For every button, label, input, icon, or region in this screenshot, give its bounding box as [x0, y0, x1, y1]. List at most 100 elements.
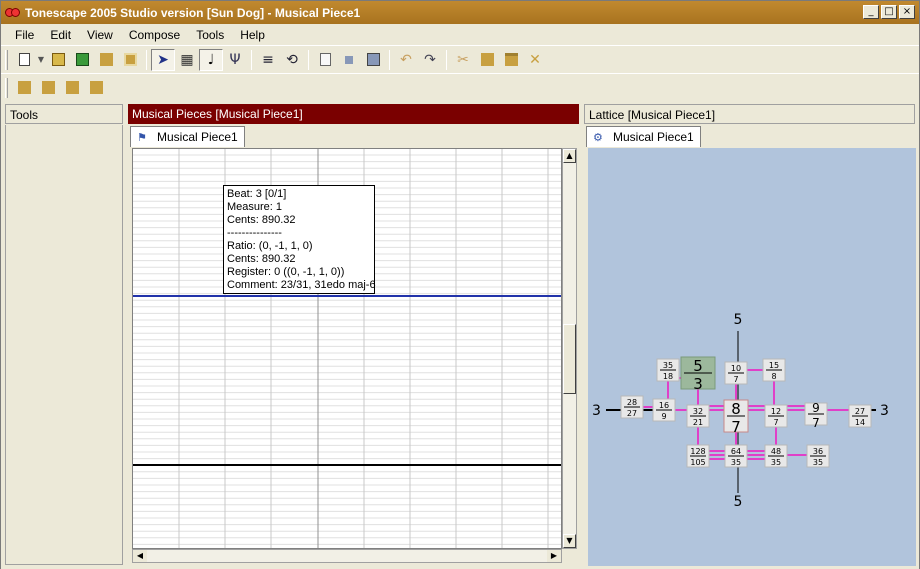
menu-tools[interactable]: Tools	[188, 28, 232, 42]
lattice-node[interactable]: 4835	[764, 444, 788, 468]
lattice-node[interactable]: 2714	[848, 404, 872, 428]
note-icon[interactable]: ♩	[199, 48, 223, 71]
grid-icon[interactable]: ▦	[175, 49, 199, 71]
node-numerator: 8	[731, 400, 741, 418]
minimize-button[interactable]: _	[863, 5, 879, 19]
vertical-scrollbar[interactable]: ▲ ▼	[562, 148, 577, 549]
toolbar-separator	[251, 49, 252, 70]
menu-view[interactable]: View	[79, 28, 121, 42]
lattice-graph: 5387351810715828271693221127972714128105…	[592, 312, 889, 510]
lattice-tabstrip: ⚙ Musical Piece1	[584, 125, 915, 147]
stop-icon[interactable]	[84, 77, 108, 99]
toolbar-separator	[308, 49, 309, 70]
node-numerator: 28	[627, 398, 637, 407]
grid-block-icon[interactable]	[118, 49, 142, 71]
toolbar-separator	[146, 49, 147, 70]
delete-icon[interactable]: ✕	[523, 49, 547, 71]
lattice-node[interactable]: 53	[680, 356, 716, 393]
note-info-tooltip: Beat: 3 [0/1] Measure: 1 Cents: 890.32 -…	[223, 185, 376, 294]
lattice-nodes: 5387351810715828271693221127972714128105…	[620, 356, 872, 468]
redo-icon[interactable]: ↷	[418, 49, 442, 71]
lattice-icon: ⚙	[593, 131, 603, 144]
lattice-node[interactable]: 158	[762, 358, 786, 382]
toolbar-grip[interactable]	[5, 77, 8, 98]
toolbar-grip[interactable]	[5, 49, 8, 70]
horizontal-scrollbar[interactable]: ◀ ▶	[132, 549, 562, 563]
open-icon[interactable]	[46, 49, 70, 71]
node-numerator: 48	[771, 447, 781, 456]
play-icon[interactable]	[12, 77, 36, 99]
node-denominator: 18	[663, 372, 673, 381]
lattice-node[interactable]: 3518	[656, 358, 680, 382]
menu-compose[interactable]: Compose	[121, 28, 188, 42]
page-icon[interactable]	[313, 49, 337, 71]
scroll-right-arrow-icon[interactable]: ▶	[547, 550, 561, 562]
tooltip-register: Register: 0 ((0, -1, 1, 0))	[227, 266, 345, 278]
lattice-node[interactable]: 107	[724, 361, 748, 385]
lattice-node[interactable]: 3221	[686, 404, 710, 428]
node-denominator: 35	[731, 458, 741, 467]
tab-label: Musical Piece1	[613, 130, 694, 144]
tab-musical-piece1[interactable]: ⚑ Musical Piece1	[130, 126, 245, 147]
tuning-fork-icon[interactable]: Ψ	[223, 49, 247, 71]
lattice-node[interactable]: 128105	[686, 444, 710, 468]
menu-edit[interactable]: Edit	[42, 28, 79, 42]
small-square-icon[interactable]	[337, 49, 361, 71]
tab-lattice-piece1[interactable]: ⚙ Musical Piece1	[586, 126, 701, 147]
pointer-icon[interactable]	[36, 77, 60, 99]
node-numerator: 5	[693, 357, 703, 375]
node-numerator: 10	[731, 364, 741, 373]
lattice-node[interactable]: 127	[764, 404, 788, 428]
loop-icon[interactable]: ⟲	[280, 49, 304, 71]
copy-icon[interactable]	[475, 49, 499, 71]
node-denominator: 3	[693, 375, 703, 393]
lattice-node[interactable]: 6435	[724, 444, 748, 468]
dropdown-arrow-icon[interactable]: ▼	[36, 49, 46, 71]
select-arrow-icon[interactable]: ➤	[151, 48, 175, 71]
square-icon[interactable]	[361, 49, 385, 71]
undo-icon[interactable]: ↶	[394, 49, 418, 71]
tools-panel	[5, 125, 123, 565]
toolbar-separator	[389, 49, 390, 70]
maximize-button[interactable]: □	[881, 5, 897, 19]
node-numerator: 27	[855, 407, 865, 416]
lattice-node[interactable]: 2827	[620, 395, 644, 419]
node-numerator: 128	[690, 447, 705, 456]
main-toolbar: ▼ ➤ ▦ ♩ Ψ ≡ ⟲ ↶ ↷ ✂ ✕	[1, 45, 919, 73]
lattice-node[interactable]: 3635	[806, 444, 830, 468]
scroll-down-arrow-icon[interactable]: ▼	[563, 534, 576, 548]
node-denominator: 7	[773, 418, 778, 427]
node-denominator: 105	[690, 458, 705, 467]
save-icon[interactable]	[70, 49, 94, 71]
node-numerator: 16	[659, 401, 669, 410]
scroll-thumb[interactable]	[563, 324, 576, 394]
pieces-tabstrip: ⚑ Musical Piece1	[128, 125, 579, 147]
paste-icon[interactable]	[499, 49, 523, 71]
menu-bar: File Edit View Compose Tools Help	[1, 25, 919, 45]
new-icon[interactable]	[12, 49, 36, 71]
cut-icon[interactable]: ✂	[451, 49, 475, 71]
window-title: Tonescape 2005 Studio version [Sun Dog] …	[25, 5, 361, 20]
close-button[interactable]: ×	[899, 5, 915, 19]
lattice-node[interactable]: 169	[652, 398, 676, 422]
lattice-node[interactable]: 97	[804, 401, 828, 430]
scroll-up-arrow-icon[interactable]: ▲	[563, 149, 576, 163]
node-numerator: 9	[812, 401, 820, 415]
menu-help[interactable]: Help	[232, 28, 273, 42]
block-icon[interactable]	[94, 49, 118, 71]
node-denominator: 27	[627, 409, 637, 418]
lattice-view[interactable]: 5 3 8 7 35 18 10 7 15 8 28 27 16 9 32 21 12 7 9 7 27 14 128 105…	[588, 148, 916, 566]
node-numerator: 64	[731, 447, 741, 456]
scroll-left-arrow-icon[interactable]: ◀	[133, 550, 147, 562]
axis-label-bottom: 5	[734, 494, 743, 510]
lattice-node[interactable]: 87	[723, 399, 749, 436]
node-denominator: 7	[733, 375, 738, 384]
node-denominator: 9	[661, 412, 666, 421]
title-bar[interactable]: Tonescape 2005 Studio version [Sun Dog] …	[1, 1, 919, 24]
node-denominator: 7	[812, 416, 820, 430]
pause-icon[interactable]	[60, 77, 84, 99]
tooltip-cents-2: Cents: 890.32	[227, 253, 296, 265]
menu-file[interactable]: File	[7, 28, 42, 42]
chords-icon[interactable]: ≡	[256, 49, 280, 71]
application-window: Tonescape 2005 Studio version [Sun Dog] …	[0, 0, 920, 569]
